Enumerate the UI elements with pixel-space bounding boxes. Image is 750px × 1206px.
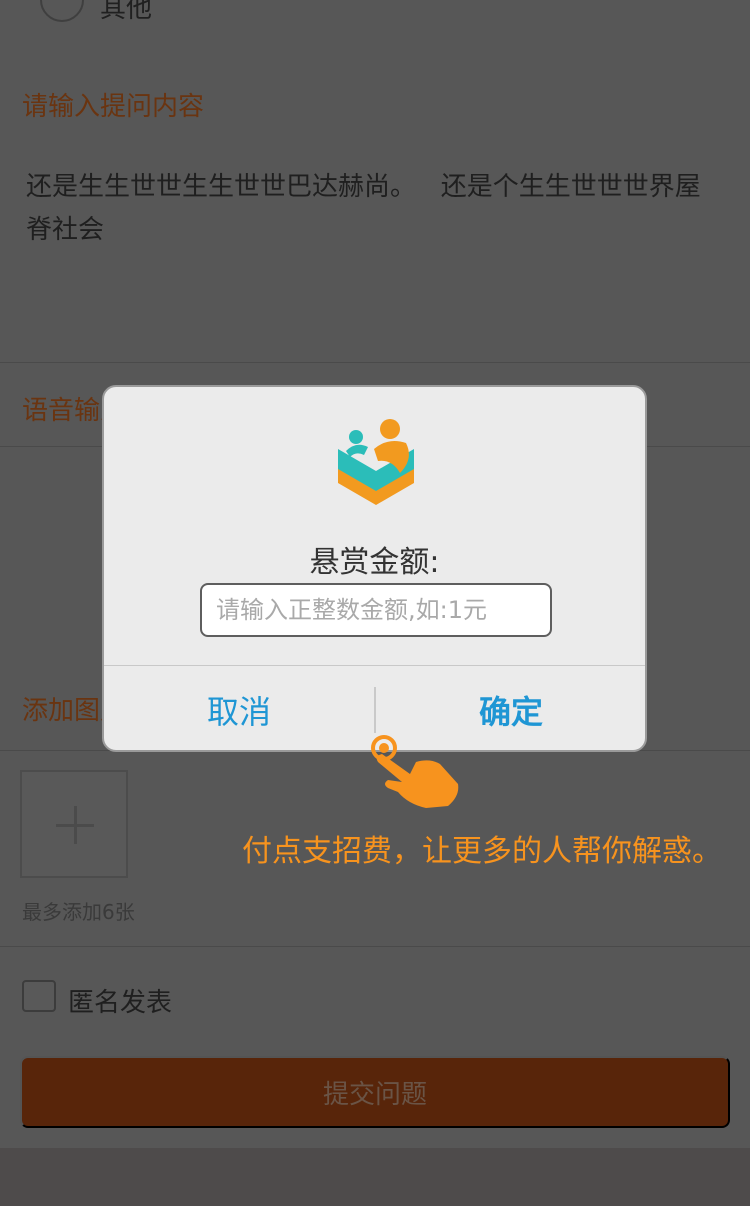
- question-textarea[interactable]: 还是生生世世生生世世巴达赫尚。 还是个生生世世世界屋脊社会: [0, 146, 750, 362]
- reward-dialog: 悬赏金额: 取消 确定: [102, 385, 647, 752]
- bottom-area: [0, 1148, 750, 1206]
- cancel-button[interactable]: 取消: [104, 667, 374, 752]
- radio-button[interactable]: [40, 0, 84, 22]
- divider: [0, 946, 750, 947]
- radio-label: 其他: [100, 0, 153, 24]
- category-option-other[interactable]: 其他: [0, 0, 750, 60]
- pointing-hand-icon: [371, 735, 459, 808]
- anonymous-checkbox[interactable]: [22, 980, 56, 1012]
- question-section-title: 请输入提问内容: [22, 92, 205, 122]
- add-image-button[interactable]: [20, 770, 128, 878]
- dialog-title: 悬赏金额:: [309, 545, 440, 580]
- app-logo-icon: [338, 419, 414, 505]
- dialog-divider: [104, 665, 645, 666]
- reward-tip-text: 付点支招费，让更多的人帮你解惑。: [242, 834, 722, 869]
- question-text: 还是生生世世生生世世巴达赫尚。 还是个生生世世世界屋脊社会: [26, 172, 701, 245]
- plus-icon-vertical: [74, 806, 77, 844]
- submit-question-button[interactable]: 提交问题: [20, 1056, 730, 1128]
- anonymous-label: 匿名发表: [68, 988, 173, 1018]
- reward-amount-input[interactable]: [200, 583, 552, 637]
- divider: [0, 362, 750, 363]
- image-limit-hint: 最多添加6张: [22, 900, 135, 924]
